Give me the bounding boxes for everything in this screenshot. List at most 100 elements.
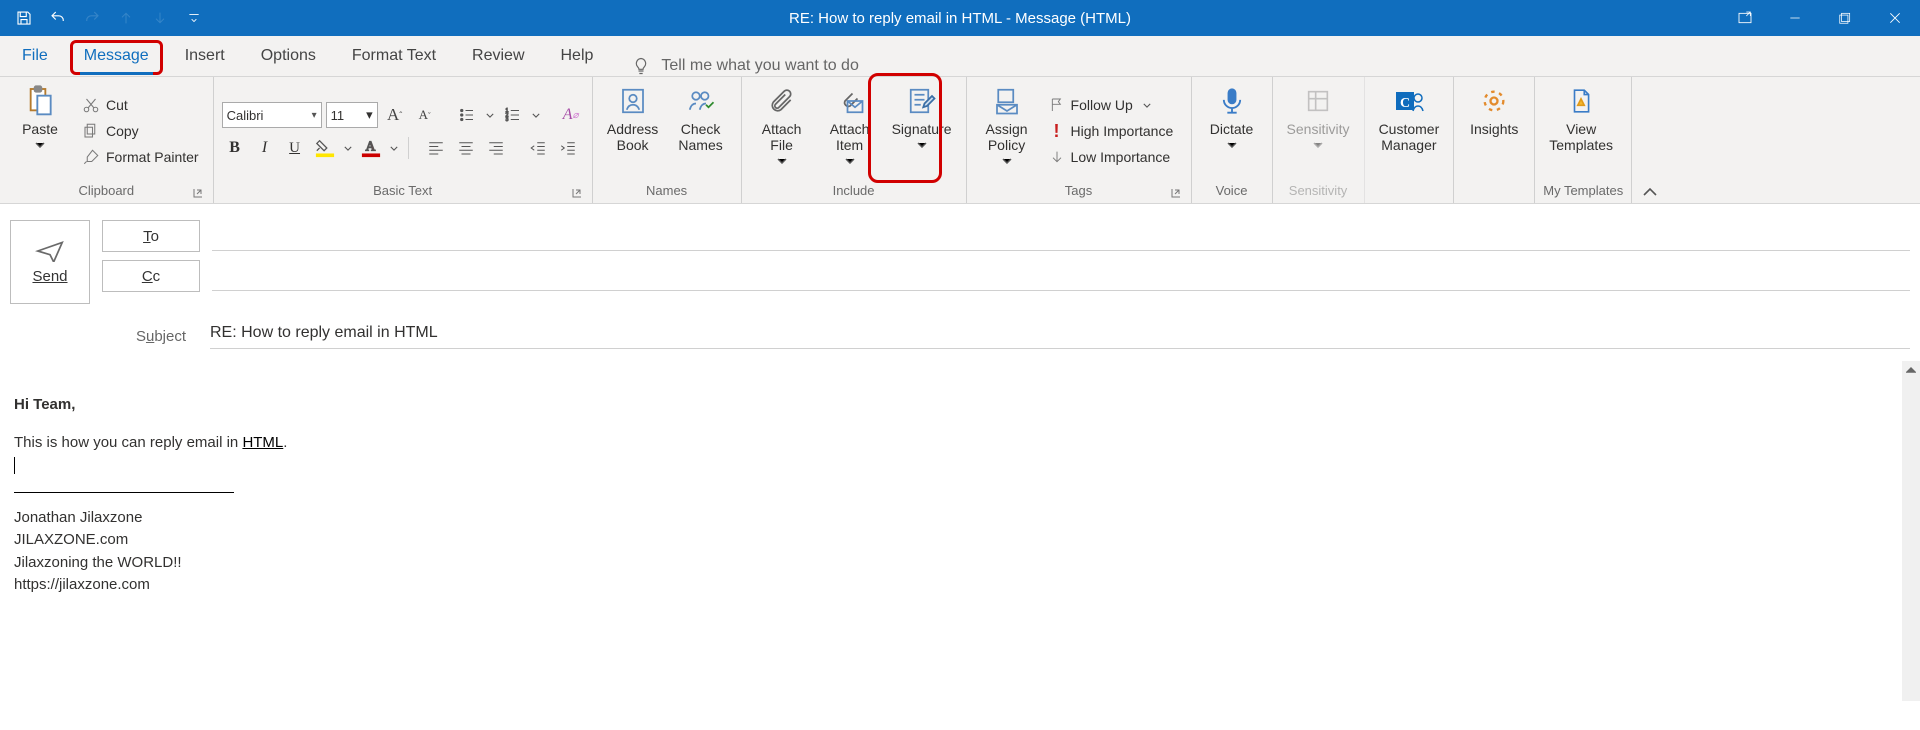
attach-file-button[interactable]: Attach File bbox=[750, 81, 814, 181]
dialog-launcher-icon[interactable] bbox=[1169, 185, 1183, 199]
group-voice: Dictate Voice bbox=[1192, 77, 1273, 203]
send-label-underline: S bbox=[32, 268, 42, 285]
decrease-indent-button[interactable] bbox=[525, 136, 551, 160]
tab-format-text[interactable]: Format Text bbox=[334, 36, 454, 76]
view-templates-button[interactable]: View Templates bbox=[1543, 81, 1619, 181]
cc-button[interactable]: Cc bbox=[102, 260, 200, 292]
font-name-combo[interactable]: Calibri▾ bbox=[222, 102, 322, 128]
tab-message[interactable]: Message bbox=[66, 36, 167, 76]
message-body-area: Hi Team, This is how you can reply email… bbox=[0, 361, 1920, 701]
vertical-scrollbar[interactable] bbox=[1902, 361, 1920, 701]
window-title: RE: How to reply email in HTML - Message… bbox=[789, 10, 1131, 27]
paintbrush-icon bbox=[82, 148, 100, 166]
low-importance-button[interactable]: Low Importance bbox=[1043, 145, 1183, 169]
customer-manager-button[interactable]: C Customer Manager bbox=[1373, 81, 1446, 181]
send-button[interactable]: Send bbox=[10, 220, 90, 304]
dialog-launcher-icon[interactable] bbox=[191, 185, 205, 199]
next-icon bbox=[144, 2, 176, 34]
scroll-up-icon[interactable] bbox=[1902, 361, 1920, 379]
title-bar: RE: How to reply email in HTML - Message… bbox=[0, 0, 1920, 36]
to-button[interactable]: To bbox=[102, 220, 200, 252]
chevron-down-icon[interactable] bbox=[530, 103, 542, 127]
tab-insert[interactable]: Insert bbox=[167, 36, 243, 76]
format-painter-button[interactable]: Format Painter bbox=[76, 145, 205, 169]
tell-me-search[interactable]: Tell me what you want to do bbox=[631, 56, 858, 76]
body-line1-pre: This is how you can reply email in bbox=[14, 434, 242, 451]
high-importance-button[interactable]: !High Importance bbox=[1043, 119, 1183, 143]
attach-item-button[interactable]: Attach Item bbox=[818, 81, 882, 181]
svg-text:3: 3 bbox=[505, 117, 508, 123]
tab-help[interactable]: Help bbox=[543, 36, 612, 76]
chevron-down-icon bbox=[777, 155, 787, 167]
insights-icon bbox=[1480, 83, 1508, 119]
scissors-icon bbox=[82, 96, 100, 114]
ribbon-display-options-icon[interactable] bbox=[1720, 0, 1770, 36]
window-controls bbox=[1720, 0, 1920, 36]
tab-file[interactable]: File bbox=[4, 36, 66, 76]
align-right-button[interactable] bbox=[483, 136, 509, 160]
chevron-down-icon[interactable] bbox=[484, 103, 496, 127]
group-customer-manager: C Customer Manager bbox=[1365, 77, 1455, 203]
italic-button[interactable]: I bbox=[252, 136, 278, 160]
increase-indent-button[interactable] bbox=[555, 136, 581, 160]
align-left-button[interactable] bbox=[423, 136, 449, 160]
address-book-button[interactable]: Address Book bbox=[601, 81, 665, 181]
sensitivity-icon bbox=[1304, 83, 1332, 119]
copy-button[interactable]: Copy bbox=[76, 119, 205, 143]
paste-button[interactable]: Paste bbox=[8, 81, 72, 181]
cut-button[interactable]: Cut bbox=[76, 93, 205, 117]
check-names-button[interactable]: Check Names bbox=[669, 81, 733, 181]
insights-label: Insights bbox=[1470, 121, 1518, 137]
cc-input[interactable] bbox=[212, 262, 1910, 291]
bold-button[interactable]: B bbox=[222, 136, 248, 160]
chevron-down-icon bbox=[1313, 139, 1323, 151]
group-include: Attach File Attach Item Signature Includ… bbox=[742, 77, 967, 203]
minimize-icon[interactable] bbox=[1770, 0, 1820, 36]
quick-access-toolbar bbox=[0, 2, 210, 34]
bullets-button[interactable] bbox=[454, 103, 480, 127]
grow-font-button[interactable]: Aˆ bbox=[382, 103, 408, 127]
follow-up-button[interactable]: Follow Up bbox=[1043, 93, 1183, 117]
chevron-down-icon bbox=[1227, 139, 1237, 151]
chevron-down-icon[interactable] bbox=[388, 136, 400, 160]
group-clipboard: Paste Cut Copy Format Painter Clipboard bbox=[0, 77, 214, 203]
signature-button[interactable]: Signature bbox=[886, 81, 958, 181]
group-names-label: Names bbox=[601, 181, 733, 201]
close-icon[interactable] bbox=[1870, 0, 1920, 36]
assign-policy-button[interactable]: Assign Policy bbox=[975, 81, 1039, 181]
follow-up-label: Follow Up bbox=[1071, 97, 1133, 113]
numbering-button[interactable]: 123 bbox=[500, 103, 526, 127]
message-body[interactable]: Hi Team, This is how you can reply email… bbox=[0, 361, 928, 597]
ribbon-tabs: File Message Insert Options Format Text … bbox=[0, 36, 1920, 77]
exclamation-icon: ! bbox=[1049, 121, 1065, 142]
maximize-icon[interactable] bbox=[1820, 0, 1870, 36]
align-center-button[interactable] bbox=[453, 136, 479, 160]
group-voice-label: Voice bbox=[1200, 181, 1264, 201]
undo-icon[interactable] bbox=[42, 2, 74, 34]
tab-options[interactable]: Options bbox=[243, 36, 334, 76]
check-names-icon bbox=[686, 83, 716, 119]
dictate-button[interactable]: Dictate bbox=[1200, 81, 1264, 181]
font-color-button[interactable]: A bbox=[358, 136, 384, 160]
group-tags: Assign Policy Follow Up !High Importance… bbox=[967, 77, 1192, 203]
collapse-ribbon-button[interactable] bbox=[1632, 77, 1668, 203]
body-html-link[interactable]: HTML bbox=[242, 434, 283, 451]
customize-qat-icon[interactable] bbox=[178, 2, 210, 34]
chevron-down-icon[interactable] bbox=[342, 136, 354, 160]
text-highlight-button[interactable] bbox=[312, 136, 338, 160]
clear-formatting-button[interactable]: A⌀ bbox=[558, 103, 584, 127]
group-insights-label bbox=[1462, 181, 1526, 201]
shrink-font-button[interactable]: Aˇ bbox=[412, 103, 438, 127]
save-icon[interactable] bbox=[8, 2, 40, 34]
underline-button[interactable]: U bbox=[282, 136, 308, 160]
font-size-combo[interactable]: 11▾ bbox=[326, 102, 378, 128]
group-include-label: Include bbox=[750, 181, 958, 201]
attach-item-label: Attach Item bbox=[830, 121, 870, 153]
paste-label: Paste bbox=[22, 121, 58, 137]
tab-review[interactable]: Review bbox=[454, 36, 542, 76]
dialog-launcher-icon[interactable] bbox=[570, 185, 584, 199]
to-input[interactable] bbox=[212, 222, 1910, 251]
arrow-down-icon bbox=[1049, 149, 1065, 165]
insights-button[interactable]: Insights bbox=[1462, 81, 1526, 181]
subject-input[interactable]: RE: How to reply email in HTML bbox=[210, 324, 1910, 349]
